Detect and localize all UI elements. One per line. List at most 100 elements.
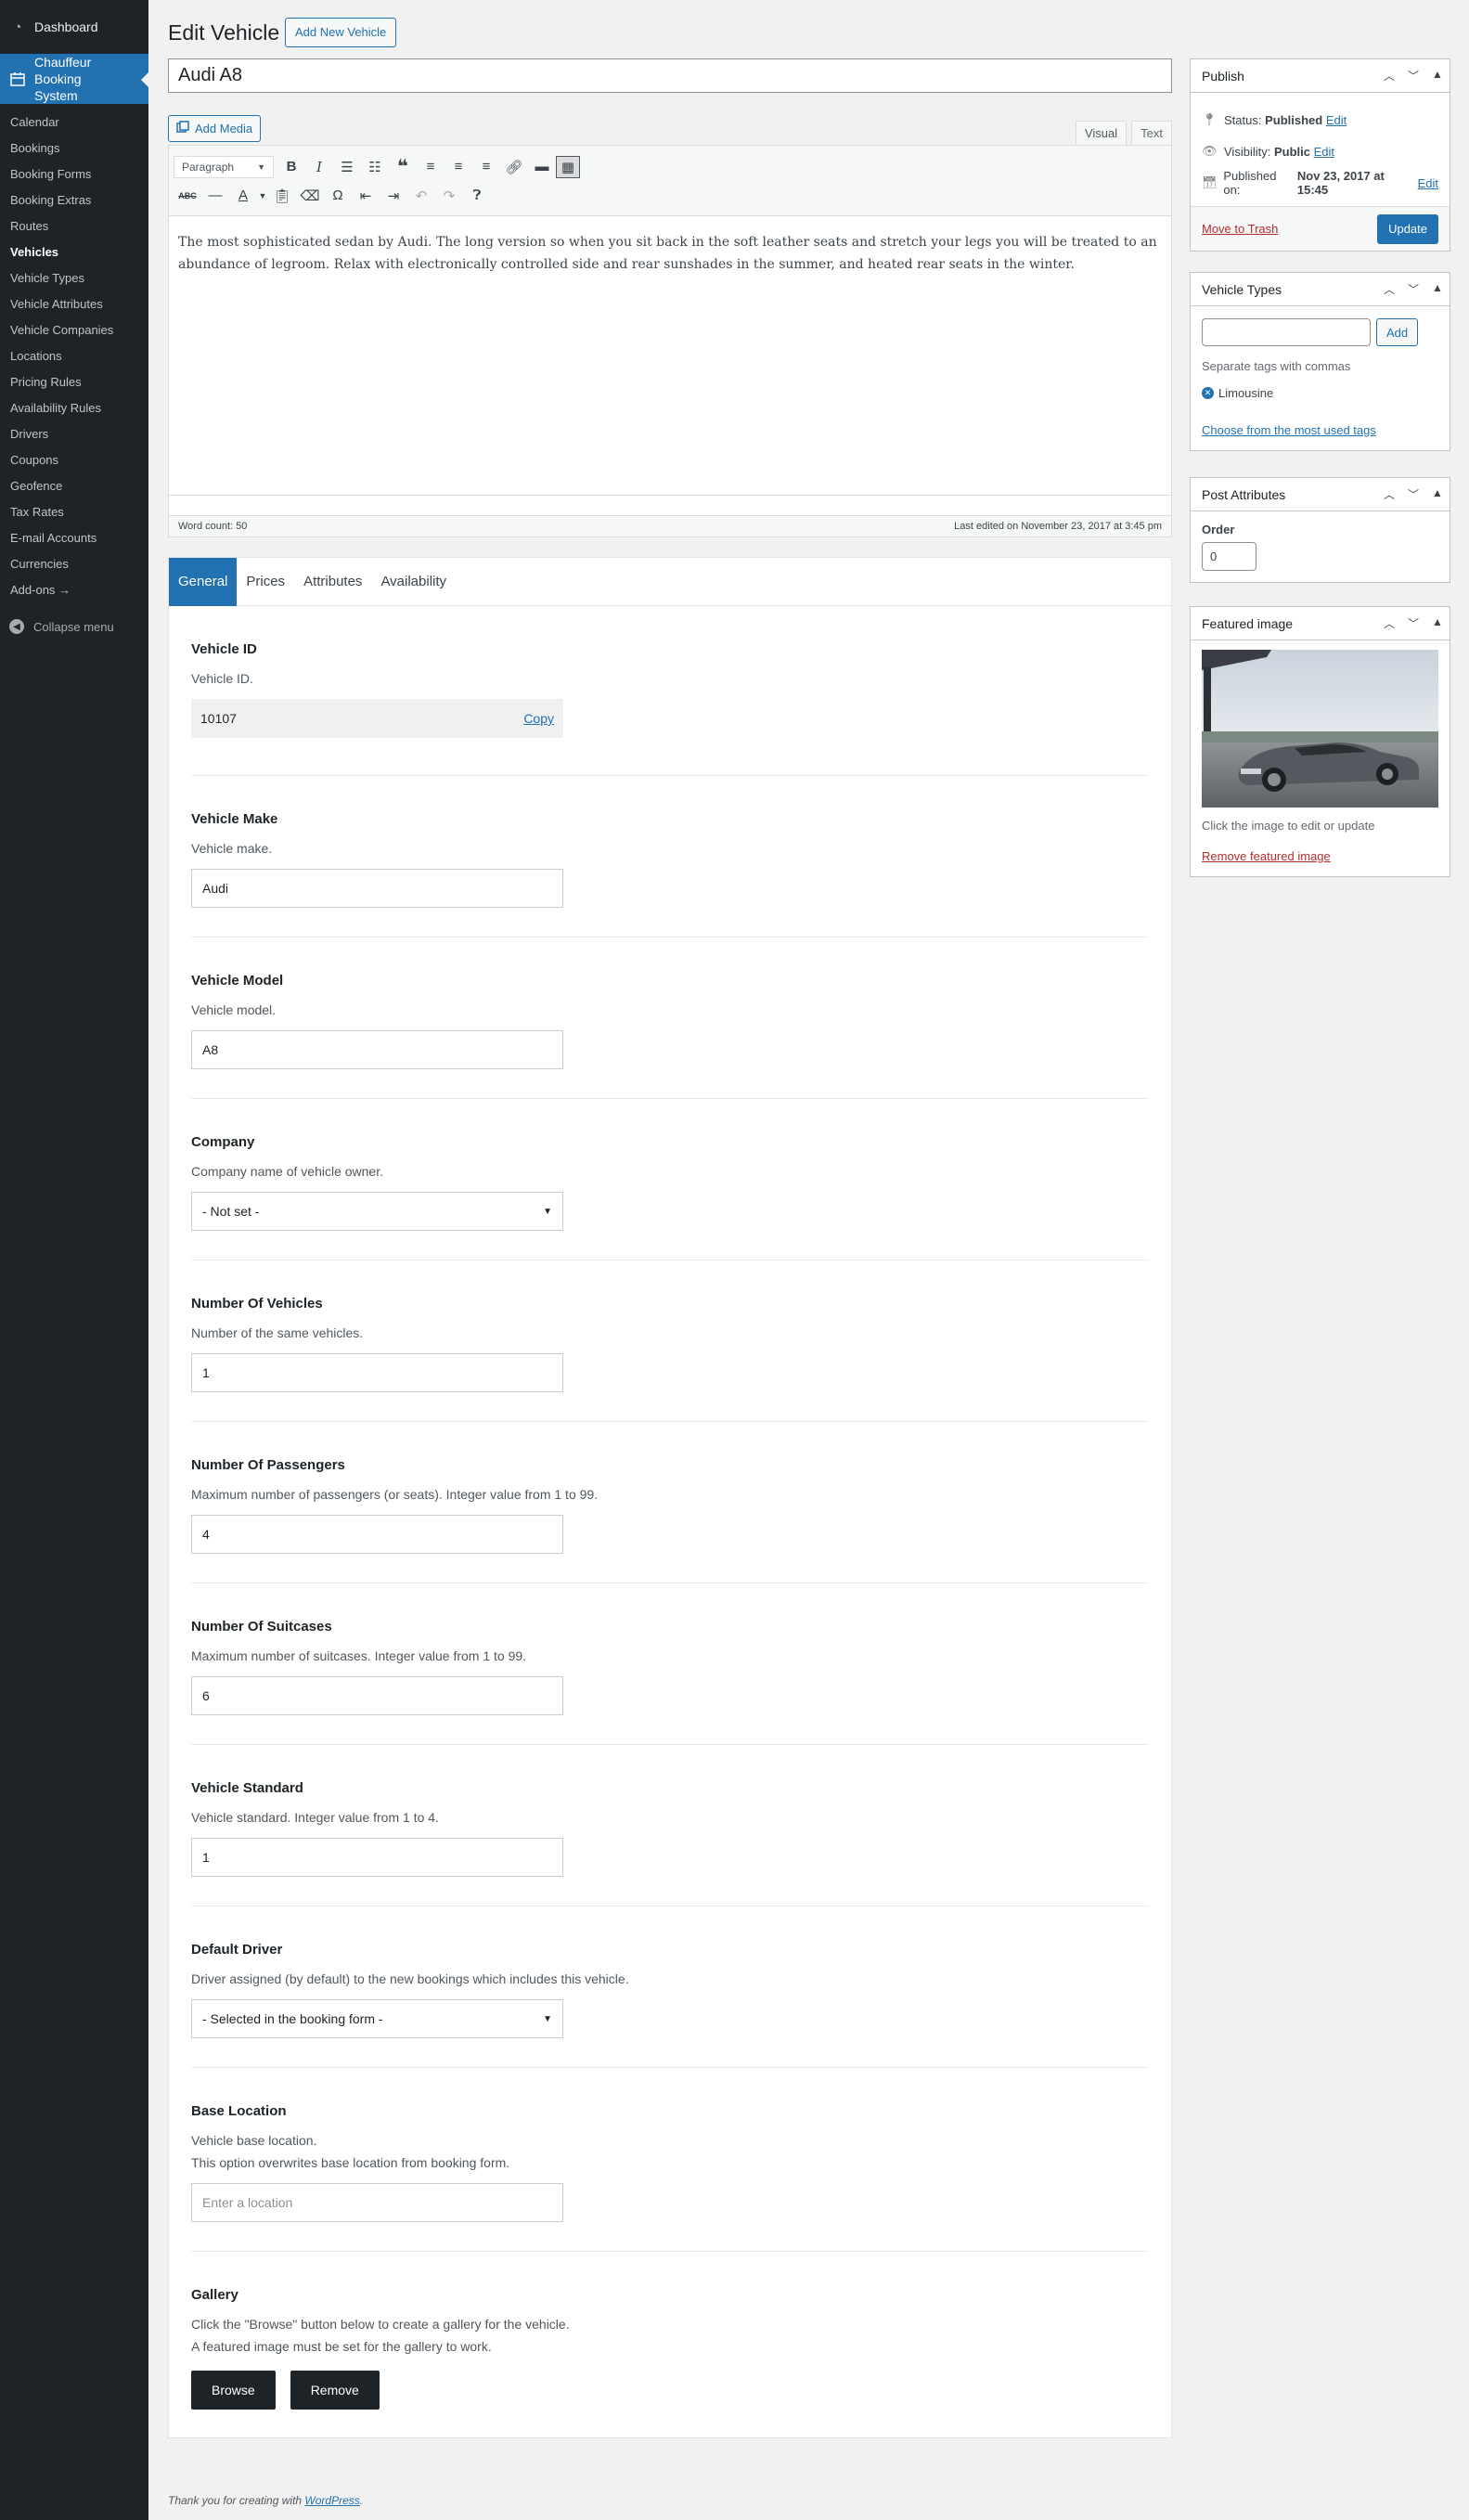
outdent-icon[interactable]: ⇤	[352, 183, 380, 209]
toggle-panel-icon[interactable]: ▲	[1425, 68, 1450, 84]
undo-icon[interactable]: ↶	[407, 183, 435, 209]
submenu-availability-rules[interactable]: Availability Rules	[0, 395, 148, 421]
toggle-panel-icon[interactable]: ▲	[1425, 486, 1450, 502]
field-desc-2: This option overwrites base location fro…	[191, 2155, 510, 2170]
submenu-vehicle-types[interactable]: Vehicle Types	[0, 265, 148, 291]
update-button[interactable]: Update	[1377, 213, 1438, 244]
text-color-dropdown-icon[interactable]: ▼	[257, 183, 268, 209]
indent-icon[interactable]: ⇥	[380, 183, 407, 209]
edit-status-link[interactable]: Edit	[1326, 113, 1347, 127]
company-select[interactable]: - Not set - ▼	[191, 1192, 563, 1231]
default-driver-select[interactable]: - Selected in the booking form - ▼	[191, 1999, 563, 2038]
move-to-trash-link[interactable]: Move to Trash	[1202, 222, 1278, 236]
align-left-icon[interactable]: ≡	[417, 154, 445, 180]
numbered-list-icon[interactable]: ☷	[361, 154, 389, 180]
tab-availability[interactable]: Availability	[371, 558, 456, 606]
num-suitcases-input[interactable]: 6	[191, 1676, 563, 1715]
submenu-vehicle-companies[interactable]: Vehicle Companies	[0, 317, 148, 343]
field-desc: Driver assigned (by default) to the new …	[191, 1971, 629, 1986]
submenu-vehicle-attributes[interactable]: Vehicle Attributes	[0, 291, 148, 317]
help-icon[interactable]: ❓︎	[463, 183, 491, 209]
move-up-icon[interactable]: ︿	[1377, 486, 1401, 502]
submenu-tax-rates[interactable]: Tax Rates	[0, 499, 148, 525]
align-center-icon[interactable]: ≡	[445, 154, 472, 180]
align-right-icon[interactable]: ≡	[472, 154, 500, 180]
copy-id-link[interactable]: Copy	[523, 711, 554, 726]
base-location-input[interactable]: Enter a location	[191, 2183, 563, 2222]
editor-content[interactable]: The most sophisticated sedan by Audi. Th…	[169, 216, 1171, 506]
read-more-icon[interactable]: ▬	[528, 154, 556, 180]
menu-chauffeur-booking[interactable]: Chauffeur Booking System	[0, 54, 148, 104]
new-tag-input[interactable]	[1202, 318, 1371, 346]
submenu-vehicles[interactable]: Vehicles	[0, 239, 148, 265]
submenu-geofence[interactable]: Geofence	[0, 473, 148, 499]
remove-gallery-button[interactable]: Remove	[290, 2371, 380, 2410]
move-up-icon[interactable]: ︿	[1377, 615, 1401, 631]
format-select[interactable]: Paragraph ▼	[174, 155, 274, 178]
tab-general[interactable]: General	[169, 558, 238, 606]
field-title: Vehicle ID	[191, 641, 257, 657]
link-icon[interactable]: 🔗︎	[500, 154, 528, 180]
strikethrough-icon[interactable]: ABC	[174, 183, 201, 209]
toggle-panel-icon[interactable]: ▲	[1425, 281, 1450, 297]
special-character-icon[interactable]: Ω	[324, 183, 352, 209]
submenu-booking-extras[interactable]: Booking Extras	[0, 187, 148, 213]
submenu-pricing-rules[interactable]: Pricing Rules	[0, 369, 148, 395]
tab-attributes[interactable]: Attributes	[294, 558, 371, 606]
paste-text-icon[interactable]: 📋︎	[268, 183, 296, 209]
submenu-booking-forms[interactable]: Booking Forms	[0, 162, 148, 187]
move-up-icon[interactable]: ︿	[1377, 68, 1401, 84]
submenu-currencies[interactable]: Currencies	[0, 551, 148, 577]
vehicle-model-input[interactable]: A8	[191, 1030, 563, 1069]
num-passengers-input[interactable]: 4	[191, 1515, 563, 1554]
num-vehicles-input[interactable]: 1	[191, 1353, 563, 1392]
toggle-panel-icon[interactable]: ▲	[1425, 615, 1450, 631]
visibility-row: 👁︎ Visibility: Public Edit	[1202, 136, 1438, 167]
add-new-vehicle-button[interactable]: Add New Vehicle	[285, 18, 397, 47]
submenu: Calendar Bookings Booking Forms Booking …	[0, 104, 148, 609]
move-down-icon[interactable]: ﹀	[1401, 615, 1425, 631]
collapse-menu-button[interactable]: ◀ Collapse menu	[0, 613, 148, 640]
post-title-input[interactable]: Audi A8	[168, 58, 1172, 93]
browse-gallery-button[interactable]: Browse	[191, 2371, 276, 2410]
order-input[interactable]: 0	[1202, 542, 1256, 571]
remove-tag-icon[interactable]: ✕	[1202, 387, 1214, 399]
blockquote-icon[interactable]: ❝	[389, 154, 417, 180]
move-down-icon[interactable]: ﹀	[1401, 486, 1425, 502]
bullet-list-icon[interactable]: ☰	[333, 154, 361, 180]
last-edited: Last edited on November 23, 2017 at 3:45…	[954, 521, 1162, 532]
submenu-email-accounts[interactable]: E-mail Accounts	[0, 525, 148, 551]
publish-actions: Move to Trash Update	[1191, 206, 1450, 251]
wordpress-link[interactable]: WordPress	[304, 2494, 359, 2507]
submenu-calendar[interactable]: Calendar	[0, 110, 148, 136]
move-up-icon[interactable]: ︿	[1377, 281, 1401, 297]
submenu-drivers[interactable]: Drivers	[0, 421, 148, 447]
toolbar-toggle-icon[interactable]: ▦	[556, 155, 580, 178]
clear-formatting-icon[interactable]: ⌫	[296, 183, 324, 209]
vehicle-standard-input[interactable]: 1	[191, 1838, 563, 1877]
submenu-locations[interactable]: Locations	[0, 343, 148, 369]
tab-visual[interactable]: Visual	[1075, 121, 1128, 146]
italic-icon[interactable]: I	[305, 154, 333, 180]
menu-dashboard[interactable]: ◔ Dashboard	[0, 0, 148, 54]
move-down-icon[interactable]: ﹀	[1401, 281, 1425, 297]
vehicle-make-input[interactable]: Audi	[191, 869, 563, 908]
remove-featured-image-link[interactable]: Remove featured image	[1202, 849, 1331, 863]
tab-prices[interactable]: Prices	[237, 558, 294, 606]
submenu-coupons[interactable]: Coupons	[0, 447, 148, 473]
add-tag-button[interactable]: Add	[1376, 318, 1419, 346]
horizontal-line-icon[interactable]: —	[201, 183, 229, 209]
submenu-addons[interactable]: Add-ons →	[0, 577, 148, 603]
submenu-routes[interactable]: Routes	[0, 213, 148, 239]
edit-date-link[interactable]: Edit	[1418, 176, 1438, 190]
redo-icon[interactable]: ↷	[435, 183, 463, 209]
add-media-button[interactable]: Add Media	[168, 115, 262, 142]
text-color-icon[interactable]: A	[229, 183, 257, 209]
tab-text[interactable]: Text	[1131, 121, 1172, 146]
bold-icon[interactable]: B	[277, 154, 305, 180]
most-used-tags-link[interactable]: Choose from the most used tags	[1202, 423, 1376, 437]
edit-visibility-link[interactable]: Edit	[1314, 145, 1334, 159]
move-down-icon[interactable]: ﹀	[1401, 68, 1425, 84]
featured-image[interactable]	[1202, 650, 1438, 808]
submenu-bookings[interactable]: Bookings	[0, 136, 148, 162]
